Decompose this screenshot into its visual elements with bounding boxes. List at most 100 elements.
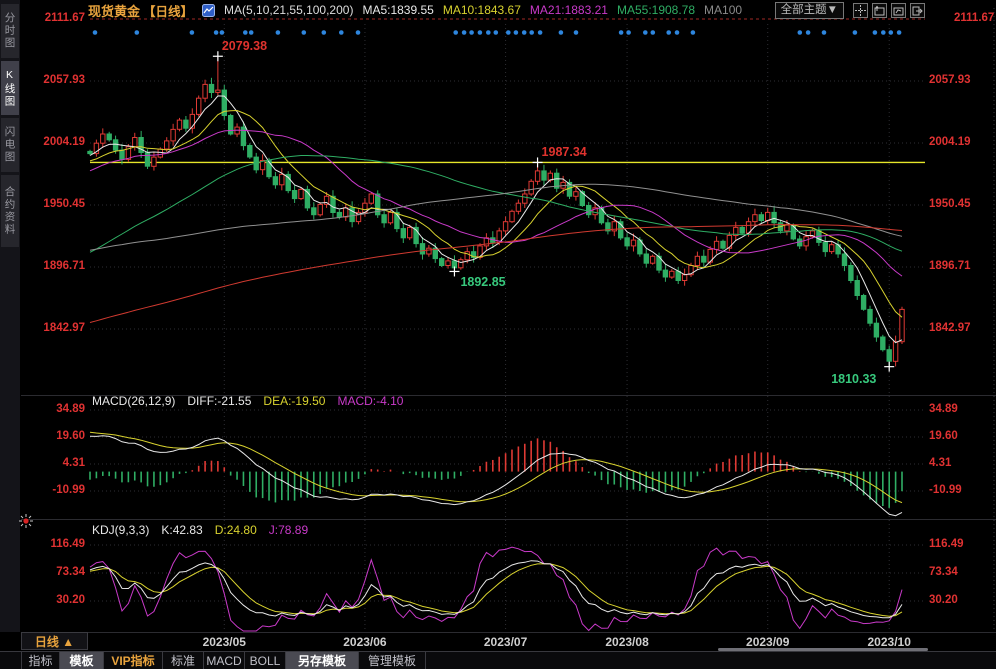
toolbar-tab-save-template[interactable]: 另存模板 [286,652,359,669]
event-dot[interactable] [220,30,225,35]
y-axis-label-left: 2057.93 [23,74,85,86]
event-dot[interactable] [889,30,894,35]
event-dot[interactable] [506,30,511,35]
y-axis-label-right: 1842.97 [929,322,993,334]
event-dot[interactable] [486,30,491,35]
kdj-j-line [90,547,902,631]
macd-diff-value: DIFF:-21.55 [187,394,251,408]
macd-dea-value: DEA:-19.50 [263,394,325,408]
y-axis-label-right: 116.49 [929,538,993,550]
y-axis-label-left: 34.89 [23,403,85,415]
event-dot[interactable] [626,30,631,35]
y-axis-label-right: 2057.93 [929,74,993,86]
macd-diff-line [90,436,902,516]
event-dot[interactable] [559,30,564,35]
toolbar-tab-indicators[interactable]: 指标 [21,652,60,669]
event-dot[interactable] [322,30,327,35]
period-selector[interactable]: 日线 ▲ [21,632,88,650]
symbol-name: 现货黄金 [88,1,140,20]
price-annotation: 1810.33 [831,372,876,386]
event-dot[interactable] [478,30,483,35]
y-axis-label-right: -10.99 [929,484,993,496]
event-dot[interactable] [881,30,886,35]
export-panel-icon[interactable] [910,3,925,18]
event-dot[interactable] [190,30,195,35]
y-axis-label-left: 2111.67 [23,12,85,24]
event-dot[interactable] [897,30,902,35]
toolbar-tab-macd[interactable]: MACD [204,652,245,669]
event-dot[interactable] [135,30,140,35]
ma10-value: MA10:1843.67 [443,3,521,17]
kdj-pane-header: KDJ(9,3,3) K:42.83 D:24.80 J:78.89 [92,523,308,537]
event-dot[interactable] [469,30,474,35]
indicator-layout-icon[interactable] [891,3,906,18]
event-dot[interactable] [214,30,219,35]
y-axis-label-left: 116.49 [23,538,85,550]
y-axis-label-left: 73.34 [23,566,85,578]
event-dot[interactable] [453,30,458,35]
x-axis-date-label: 2023/06 [335,635,395,649]
alert-flash-icon [18,513,34,534]
x-axis-date-label: 2023/09 [738,635,798,649]
price-annotation: 1892.85 [460,275,505,289]
y-axis-label-right: 19.60 [929,430,993,442]
y-axis-label-right: 34.89 [929,403,993,415]
event-dot[interactable] [675,30,680,35]
y-axis-label-left: 1842.97 [23,322,85,334]
event-dot[interactable] [822,30,827,35]
event-dot[interactable] [522,30,527,35]
event-dot[interactable] [691,30,696,35]
x-axis-date-label: 2023/07 [476,635,536,649]
macd-pane-header: MACD(26,12,9) DIFF:-21.55 DEA:-19.50 MAC… [92,394,403,408]
event-dot[interactable] [651,30,656,35]
zoom-area-icon[interactable] [872,3,887,18]
toolbar-tab-vip-indicators[interactable]: VIP指标 [104,652,163,669]
y-axis-label-right: 30.20 [929,594,993,606]
crosshair-icon[interactable] [853,3,868,18]
event-dot[interactable] [462,30,467,35]
x-axis-date-label: 2023/08 [597,635,657,649]
event-dot[interactable] [538,30,543,35]
ma55-line [90,156,902,253]
event-dot[interactable] [249,30,254,35]
ma200-line [90,225,902,323]
ma55-value: MA55:1908.78 [617,3,695,17]
event-dot[interactable] [574,30,579,35]
toolbar-tab-standard[interactable]: 标准 [163,652,204,669]
y-axis-label-left: 2004.19 [23,136,85,148]
event-dot[interactable] [339,30,344,35]
kdj-j-value: J:78.89 [269,523,308,537]
event-dot[interactable] [853,30,858,35]
event-dot[interactable] [806,30,811,35]
event-dot[interactable] [666,30,671,35]
event-dot[interactable] [873,30,878,35]
chart-header: 现货黄金【日线】 MA(5,10,21,55,100,200) MA5:1839… [88,0,742,20]
y-axis-label-left: -10.99 [23,484,85,496]
event-dot[interactable] [514,30,519,35]
y-axis-label-right: 1950.45 [929,198,993,210]
header-right-tools: 全部主题▼ [775,2,925,19]
event-dot[interactable] [276,30,281,35]
event-dot[interactable] [356,30,361,35]
event-dot[interactable] [302,30,307,35]
y-axis-label-left: 1896.71 [23,260,85,272]
event-dot[interactable] [494,30,499,35]
event-dot[interactable] [619,30,624,35]
toolbar-tab-boll[interactable]: BOLL [245,652,286,669]
ma100-value: MA100 [704,3,742,17]
theme-dropdown[interactable]: 全部主题▼ [775,2,844,19]
event-dot[interactable] [798,30,803,35]
bottom-toolbar: 指标 模板 VIP指标 标准 MACD BOLL 另存模板 管理模板 [0,651,996,669]
y-axis-label-left: 19.60 [23,430,85,442]
event-dot[interactable] [643,30,648,35]
y-axis-label-right: 4.31 [929,457,993,469]
toolbar-tab-templates[interactable]: 模板 [60,652,104,669]
ma5-value: MA5:1839.55 [362,3,433,17]
event-dot[interactable] [243,30,248,35]
y-axis-label-right: 1896.71 [929,260,993,272]
event-dot[interactable] [529,30,534,35]
x-axis-date-label: 2023/10 [859,635,919,649]
y-axis-label-right: 2111.67 [954,12,996,24]
toolbar-tab-manage-templates[interactable]: 管理模板 [359,652,426,669]
event-dot[interactable] [93,30,98,35]
